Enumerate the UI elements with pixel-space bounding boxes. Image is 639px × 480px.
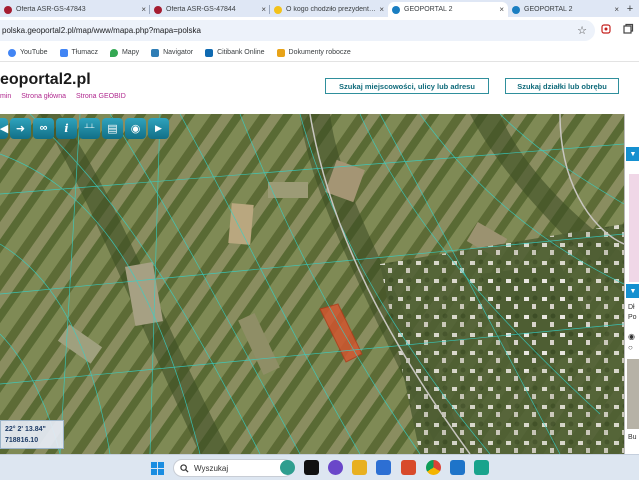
longitude-value: 22° 2' 13.84" [5, 426, 46, 433]
geobid-link[interactable]: Strona GEOBID [76, 93, 126, 100]
radio-option-icon[interactable]: ◉ [628, 332, 635, 341]
paint-icon[interactable] [401, 460, 416, 475]
bookmark-label: Navigator [163, 49, 194, 56]
search-placeholder: Wyszukaj [194, 463, 229, 473]
admin-link[interactable]: min [0, 93, 11, 100]
bookmark-youtube[interactable]: YouTube [8, 48, 48, 57]
tab-title: Oferta ASR-GS-47844 [166, 6, 236, 13]
tab-geoportal-active[interactable]: GEOPORTAL 2 × [388, 2, 508, 17]
oferta-favicon-icon [4, 5, 12, 14]
tab-o-kogo-chodzilo[interactable]: O kogo chodziło prezydent… × [270, 2, 388, 17]
pan-left-icon[interactable]: ◀ [0, 117, 8, 139]
map-toolbar: ◀ ➜ ∞ i ┴┴ ▤ ◉ ▶ [0, 114, 169, 140]
chrome-icon[interactable] [426, 460, 441, 475]
windows-start-icon[interactable] [151, 462, 164, 475]
maps-pin-icon [109, 48, 118, 57]
bookmark-label: Tłumacz [71, 49, 98, 56]
bookmark-dokumenty[interactable]: Dokumenty robocze [276, 48, 351, 57]
bookmark-label: Citibank Online [217, 49, 265, 56]
site-nav: min Strona główna Strona GEOBID [0, 93, 134, 100]
print-icon[interactable]: ▤ [102, 117, 123, 139]
geoportal-favicon-icon [392, 5, 400, 14]
document-icon [276, 48, 285, 57]
overview-minimap[interactable] [629, 174, 639, 282]
search-parcel-button[interactable]: Szukaj działki lub obrębu [505, 78, 619, 94]
file-explorer-icon[interactable] [352, 460, 367, 475]
panel-label: Dł [628, 304, 635, 311]
layer-thumbnail[interactable] [627, 359, 639, 429]
bookmark-citibank[interactable]: Citibank Online [205, 48, 265, 57]
close-tab-icon[interactable]: × [141, 5, 146, 14]
new-tab-button[interactable]: + [623, 2, 637, 17]
panel-label: Bu [628, 434, 637, 441]
bookmark-navigator[interactable]: Navigator [151, 48, 194, 57]
citibank-icon [205, 48, 214, 57]
tab-oferta-47843[interactable]: Oferta ASR-GS-47843 × [0, 2, 150, 17]
navigator-icon [151, 48, 160, 57]
measure-icon[interactable]: ┴┴ [79, 117, 100, 139]
windows-taskbar: Wyszukaj [0, 454, 639, 480]
tab-strip: Oferta ASR-GS-47843 × Oferta ASR-GS-4784… [0, 0, 639, 17]
link-icon[interactable]: ∞ [33, 117, 54, 139]
bookmark-mapy[interactable]: Mapy [109, 48, 140, 57]
bookmark-star-icon[interactable]: ☆ [577, 24, 587, 37]
task-view-icon[interactable] [304, 460, 319, 475]
radio-option-icon[interactable]: ○ [628, 343, 633, 352]
geoportal-favicon-icon [512, 5, 520, 14]
chat-icon[interactable] [474, 460, 489, 475]
bookmark-label: Mapy [121, 49, 140, 56]
meet-icon[interactable] [328, 460, 343, 475]
arrow-right-icon[interactable]: ➜ [10, 117, 31, 139]
news-favicon-icon [274, 5, 282, 14]
url-text: polska.geoportal2.pl/map/www/mapa.php?ma… [2, 26, 202, 35]
camera-icon[interactable]: ▶ [148, 117, 169, 139]
site-header: eoportal2.pl min Strona główna Strona GE… [0, 63, 639, 114]
site-logo[interactable]: eoportal2.pl [0, 71, 91, 89]
home-link[interactable]: Strona główna [21, 93, 66, 100]
tab-geoportal-2[interactable]: GEOPORTAL 2 × [508, 2, 623, 17]
google-icon [8, 48, 16, 57]
bookmarks-bar: YouTube Tłumacz Mapy Navigator Citibank … [0, 44, 639, 62]
bookmark-tlumacz[interactable]: Tłumacz [59, 48, 98, 57]
taskbar-search[interactable]: Wyszukaj [173, 459, 293, 477]
map-canvas[interactable] [0, 114, 624, 454]
mail-icon[interactable] [450, 460, 465, 475]
url-field[interactable]: polska.geoportal2.pl/map/www/mapa.php?ma… [0, 20, 595, 41]
collapse-arrow-icon[interactable]: ▼ [626, 147, 639, 161]
bookmark-label: Dokumenty robocze [288, 49, 351, 56]
search-icon [180, 463, 189, 473]
satellite-imagery [0, 114, 624, 454]
right-panel: ▼ ▼ Dł Po ◉ ○ Bu [624, 114, 639, 454]
close-tab-icon[interactable]: × [379, 5, 384, 14]
tab-oferta-47844[interactable]: Oferta ASR-GS-47844 × [150, 2, 270, 17]
tab-title: O kogo chodziło prezydent… [286, 6, 376, 13]
tab-title: GEOPORTAL 2 [524, 6, 573, 13]
close-tab-icon[interactable]: × [499, 5, 504, 14]
address-bar: polska.geoportal2.pl/map/www/mapa.php?ma… [0, 17, 639, 44]
tab-title: Oferta ASR-GS-47843 [16, 6, 86, 13]
copilot-icon[interactable] [280, 460, 295, 475]
collapse-arrow-icon[interactable]: ▼ [626, 284, 639, 298]
close-tab-icon[interactable]: × [614, 5, 619, 14]
y-coordinate-value: 718816.10 [5, 437, 39, 444]
coordinates-readout: 22° 2' 13.84" 718816.10 [0, 420, 64, 449]
translate-icon [59, 48, 68, 57]
panel-label: Po [628, 314, 637, 321]
extension-icon[interactable] [595, 23, 617, 38]
store-icon[interactable] [376, 460, 391, 475]
close-tab-icon[interactable]: × [261, 5, 266, 14]
oferta-favicon-icon [154, 5, 162, 14]
bookmark-label: YouTube [20, 49, 48, 56]
info-icon[interactable]: i [56, 117, 77, 139]
tab-title: GEOPORTAL 2 [404, 6, 453, 13]
tab-search-icon[interactable] [617, 23, 639, 38]
globe-icon[interactable]: ◉ [125, 117, 146, 139]
search-place-button[interactable]: Szukaj miejscowości, ulicy lub adresu [325, 78, 489, 94]
